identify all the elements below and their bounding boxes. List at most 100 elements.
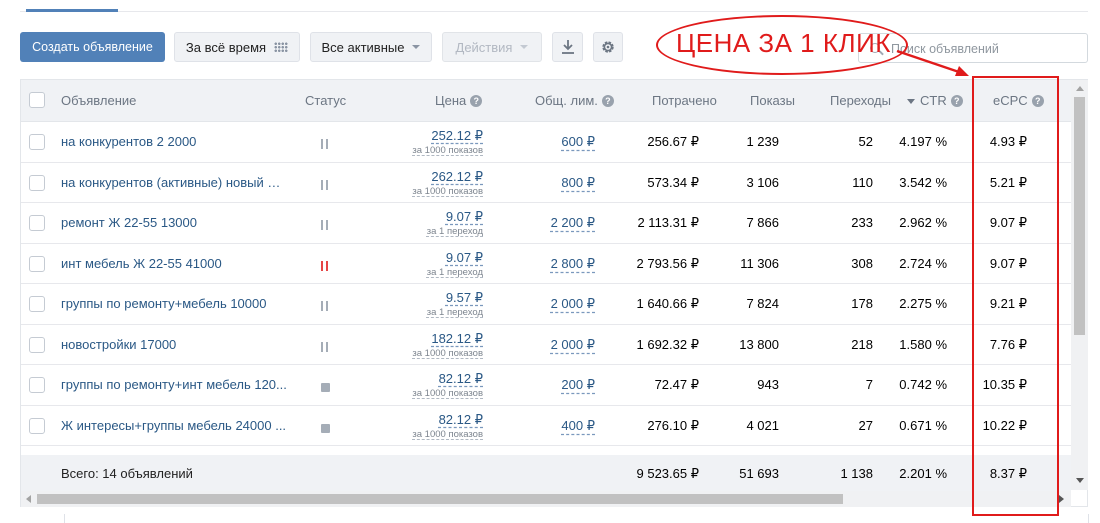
status-cell <box>321 178 328 193</box>
stopped-icon[interactable] <box>321 423 330 433</box>
ad-name-link[interactable]: новостройки 17000 <box>61 337 287 352</box>
price-unit: за 1000 показов <box>412 388 483 399</box>
help-icon[interactable]: ? <box>601 95 614 107</box>
ad-name-link[interactable]: группы по ремонту+инт мебель 120... <box>61 377 287 392</box>
row-checkbox[interactable] <box>29 174 45 191</box>
price-cell[interactable]: 9.57 ₽ за 1 переход <box>427 290 483 318</box>
gear-icon <box>602 41 614 53</box>
ad-name-link[interactable]: ремонт Ж 22-55 13000 <box>61 215 287 230</box>
scroll-down-arrow-icon[interactable] <box>1076 478 1084 483</box>
row-checkbox[interactable] <box>29 255 45 272</box>
col-ctr[interactable]: CTR? <box>907 93 963 108</box>
horizontal-scroll-thumb[interactable] <box>37 494 843 504</box>
shows-value: 11 306 <box>740 255 779 271</box>
filter-select[interactable]: Все активные <box>310 32 432 62</box>
table-row[interactable]: инт мебель Ж 22-55 41000 9.07 ₽ за 1 перех… <box>21 243 1071 284</box>
scroll-up-arrow-icon[interactable] <box>1076 86 1084 91</box>
pause-icon[interactable] <box>321 179 328 190</box>
price-value[interactable]: 9.07 ₽ <box>427 209 483 225</box>
shows-value: 3 106 <box>746 174 779 190</box>
table-row[interactable]: ремонт Ж 22-55 13000 9.07 ₽ за 1 переход 2 … <box>21 203 1071 244</box>
col-ad[interactable]: Объявление <box>61 93 136 108</box>
period-label: За всё время <box>185 39 267 55</box>
price-value[interactable]: 9.57 ₽ <box>427 290 483 306</box>
help-icon[interactable]: ? <box>950 95 963 107</box>
pause-icon[interactable] <box>321 301 328 311</box>
col-shows[interactable]: Показы <box>750 93 795 108</box>
settings-button[interactable] <box>593 32 623 62</box>
price-cell[interactable]: 182.12 ₽ за 1000 показов <box>412 331 483 359</box>
help-icon[interactable]: ? <box>470 95 483 107</box>
vertical-scrollbar[interactable] <box>1071 80 1088 490</box>
create-ad-button[interactable]: Создать объявление <box>20 32 165 62</box>
price-cell[interactable]: 262.12 ₽ за 1000 показов <box>412 169 483 197</box>
scroll-left-arrow-icon[interactable] <box>26 495 31 503</box>
price-value[interactable]: 182.12 ₽ <box>412 331 483 347</box>
stopped-icon[interactable] <box>321 383 330 392</box>
col-spent[interactable]: Потрачено <box>652 93 717 108</box>
col-ctr-label: CTR <box>920 93 947 108</box>
price-value[interactable]: 82.12 ₽ <box>412 371 483 387</box>
pause-icon[interactable] <box>321 260 328 271</box>
price-value[interactable]: 262.12 ₽ <box>412 169 483 185</box>
table-row[interactable]: на конкурентов 2 2000 252.12 ₽ за 1000 пок… <box>21 122 1071 163</box>
price-unit: за 1000 показов <box>412 145 483 156</box>
price-value[interactable]: 9.07 ₽ <box>427 250 483 266</box>
pause-icon[interactable] <box>321 341 328 352</box>
col-limit[interactable]: Общ. лим.? <box>535 93 614 108</box>
limit-value[interactable]: 600 ₽ <box>561 134 595 150</box>
price-unit: за 1 переход <box>426 266 483 278</box>
create-ad-label: Создать объявление <box>32 40 153 54</box>
row-checkbox[interactable] <box>29 336 45 353</box>
actions-select[interactable]: Действия <box>442 32 542 62</box>
scroll-right-arrow-icon[interactable] <box>1059 495 1064 503</box>
col-price[interactable]: Цена? <box>435 93 483 108</box>
download-button[interactable] <box>552 32 583 62</box>
vertical-scroll-thumb[interactable] <box>1074 97 1085 335</box>
table-row[interactable]: группы по ремонту+мебель 10000 9.57 ₽ за 1… <box>21 284 1071 325</box>
pause-icon[interactable] <box>321 139 328 149</box>
select-all-checkbox[interactable] <box>29 92 45 108</box>
clicks-value: 178 <box>851 296 873 311</box>
price-cell[interactable]: 252.12 ₽ за 1000 показов <box>412 128 483 156</box>
limit-value[interactable]: 2 200 ₽ <box>551 215 595 231</box>
ad-name-link[interactable]: на конкурентов (активные) новый м... <box>61 175 287 190</box>
table-row[interactable]: на конкурентов (активные) новый м... 262.… <box>21 162 1071 203</box>
sort-desc-icon <box>907 99 915 104</box>
clicks-value: 52 <box>858 134 873 149</box>
shows-value: 1 239 <box>746 134 779 149</box>
ad-name-link[interactable]: инт мебель Ж 22-55 41000 <box>61 256 287 271</box>
price-cell[interactable]: 9.07 ₽ за 1 переход <box>427 209 483 237</box>
table-row[interactable]: Ж интересы+группы мебель 24000 ... 82.12 … <box>21 405 1071 446</box>
row-checkbox[interactable] <box>29 417 45 434</box>
pause-icon[interactable] <box>321 220 328 230</box>
limit-value[interactable]: 2 000 ₽ <box>551 337 595 353</box>
col-status[interactable]: Статус <box>305 93 346 108</box>
price-value[interactable]: 252.12 ₽ <box>412 128 483 144</box>
spent-value: 1 640.66 ₽ <box>636 296 700 311</box>
active-tab-indicator[interactable] <box>26 9 118 12</box>
limit-value[interactable]: 400 ₽ <box>561 418 595 434</box>
period-select[interactable]: За всё время <box>174 32 300 62</box>
ad-name-link[interactable]: Ж интересы+группы мебель 24000 ... <box>61 418 287 433</box>
limit-value[interactable]: 2 000 ₽ <box>551 296 595 312</box>
status-cell <box>321 340 328 355</box>
table-row[interactable]: новостройки 17000 182.12 ₽ за 1000 показов… <box>21 324 1071 365</box>
table-row[interactable]: группы по ремонту+инт мебель 120... 82.12… <box>21 365 1071 406</box>
row-checkbox[interactable] <box>29 377 45 393</box>
price-cell[interactable]: 9.07 ₽ за 1 переход <box>427 250 483 278</box>
limit-value[interactable]: 800 ₽ <box>561 175 595 191</box>
row-checkbox[interactable] <box>29 215 45 231</box>
row-checkbox[interactable] <box>29 134 45 150</box>
price-value[interactable]: 82.12 ₽ <box>412 412 483 428</box>
limit-value[interactable]: 2 800 ₽ <box>551 256 595 272</box>
limit-value[interactable]: 200 ₽ <box>561 377 595 393</box>
price-cell[interactable]: 82.12 ₽ за 1000 показов <box>412 412 483 440</box>
row-checkbox[interactable] <box>29 296 45 312</box>
col-clicks[interactable]: Переходы <box>830 93 891 108</box>
price-cell[interactable]: 82.12 ₽ за 1000 показов <box>412 371 483 399</box>
status-cell <box>321 218 328 233</box>
horizontal-scrollbar[interactable] <box>21 491 1071 507</box>
ad-name-link[interactable]: на конкурентов 2 2000 <box>61 134 287 149</box>
ad-name-link[interactable]: группы по ремонту+мебель 10000 <box>61 296 287 311</box>
